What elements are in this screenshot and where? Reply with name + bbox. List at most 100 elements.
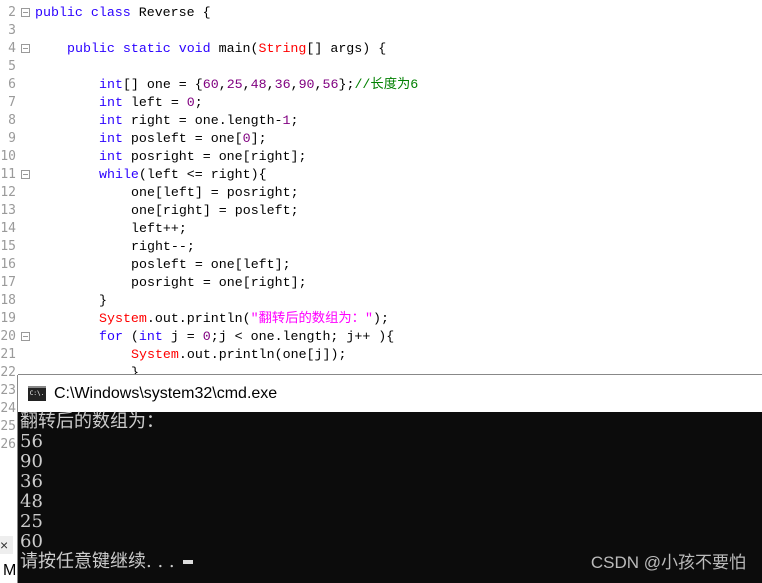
- code-token-plain: ,: [242, 77, 251, 92]
- code-text: one[right] = posleft;: [131, 202, 299, 220]
- code-line[interactable]: 14 left++;: [0, 220, 762, 238]
- code-text: int left = 0;: [99, 94, 203, 112]
- code-token-cmt: //长度为6: [354, 77, 419, 92]
- console-output[interactable]: 翻转后的数组为： 56 90 36 48 25 60 请按任意键继续. . . CSDN @…: [18, 412, 762, 583]
- line-number: 8: [8, 113, 16, 128]
- code-text: int[] one = {60,25,48,36,90,56};//长度为6: [99, 76, 418, 94]
- code-token-plain: ];: [250, 131, 267, 146]
- code-token-plain: j =: [170, 329, 203, 344]
- code-line[interactable]: 20 for (int j = 0;j < one.length; j++ ){: [0, 328, 762, 346]
- line-number: 6: [8, 77, 16, 92]
- code-token-plain: ;: [290, 113, 299, 128]
- text-cursor: [182, 560, 193, 564]
- code-token-kw: int: [99, 95, 131, 110]
- console-line: 48: [20, 491, 43, 512]
- code-line[interactable]: 10 int posright = one[right];: [0, 148, 762, 166]
- code-token-kw: int: [99, 113, 131, 128]
- code-token-plain: posright = one[right];: [131, 275, 307, 290]
- code-token-plain: }: [99, 293, 107, 308]
- code-token-num: 0: [242, 131, 251, 146]
- line-number: 14: [0, 221, 16, 236]
- line-number: 24: [0, 401, 16, 416]
- fold-toggle-icon[interactable]: [21, 170, 30, 179]
- code-token-plain: ;j < one.length; j++ ){: [210, 329, 395, 344]
- code-token-plain: one[right] = posleft;: [131, 203, 299, 218]
- code-token-plain: ,: [314, 77, 323, 92]
- code-line[interactable]: 6 int[] one = {60,25,48,36,90,56};//长度为6: [0, 76, 762, 94]
- cmd-title-bar[interactable]: C:\. C:\Windows\system32\cmd.exe: [18, 375, 762, 412]
- line-number: 3: [8, 23, 16, 38]
- console-line: 56: [20, 431, 43, 452]
- code-token-plain: };: [338, 77, 355, 92]
- watermark: CSDN @小孩不要怕: [590, 553, 746, 572]
- code-text: one[left] = posright;: [131, 184, 299, 202]
- code-text: int right = one.length-1;: [99, 112, 299, 130]
- line-number: 21: [0, 347, 16, 362]
- code-token-cls: System: [99, 311, 147, 326]
- code-line[interactable]: 12 one[left] = posright;: [0, 184, 762, 202]
- code-text: public static void main(String[] args) {: [67, 40, 386, 58]
- code-line[interactable]: 18}: [0, 292, 762, 310]
- cmd-icon: C:\.: [28, 386, 46, 401]
- line-number: 4: [8, 41, 16, 56]
- code-text: System.out.println("翻转后的数组为：");: [99, 310, 389, 328]
- code-line[interactable]: 16 posleft = one[left];: [0, 256, 762, 274]
- code-line[interactable]: 4 public static void main(String[] args) …: [0, 40, 762, 58]
- code-token-kw: int: [99, 149, 131, 164]
- code-token-plain: one[left] = posright;: [131, 185, 299, 200]
- code-token-plain: posright = one[right];: [130, 149, 307, 164]
- code-token-num: 36: [274, 77, 291, 92]
- console-line: 60: [20, 531, 43, 552]
- code-token-kw: while: [99, 167, 139, 182]
- line-number: 5: [8, 59, 16, 74]
- code-text: int posright = one[right];: [99, 148, 306, 166]
- line-number: 25: [0, 419, 16, 434]
- fold-toggle-icon[interactable]: [21, 44, 30, 53]
- line-number: 11: [0, 167, 16, 182]
- console-line: 36: [20, 471, 43, 492]
- console-prompt: 请按任意键继续. . .: [20, 552, 193, 572]
- code-line[interactable]: 8 int right = one.length-1;: [0, 112, 762, 130]
- code-token-plain: left =: [130, 95, 187, 110]
- code-token-kw: int: [99, 77, 123, 92]
- code-token-plain: main(: [218, 41, 259, 56]
- line-number: 17: [0, 275, 16, 290]
- fold-toggle-icon[interactable]: [21, 332, 30, 341]
- close-icon[interactable]: ×: [0, 536, 13, 554]
- code-line[interactable]: 15 right--;: [0, 238, 762, 256]
- code-token-plain: posleft = one[: [130, 131, 243, 146]
- code-token-plain: .out.println(: [146, 311, 251, 326]
- code-line[interactable]: 3: [0, 22, 762, 40]
- code-line[interactable]: 11 while(left <= right){: [0, 166, 762, 184]
- side-tab-label[interactable]: M: [3, 562, 16, 580]
- code-line[interactable]: 5: [0, 58, 762, 76]
- code-token-plain: left++;: [131, 221, 187, 236]
- code-line[interactable]: 13 one[right] = posleft;: [0, 202, 762, 220]
- line-number: 22: [0, 365, 16, 380]
- line-number: 16: [0, 257, 16, 272]
- code-line[interactable]: 19 System.out.println("翻转后的数组为：");: [0, 310, 762, 328]
- code-line[interactable]: 17 posright = one[right];: [0, 274, 762, 292]
- code-line[interactable]: 7 int left = 0;: [0, 94, 762, 112]
- code-token-plain: right = one.length-: [130, 113, 283, 128]
- code-token-plain: (left <= right){: [138, 167, 267, 182]
- code-token-kw: public static void: [67, 41, 219, 56]
- code-token-plain: );: [372, 311, 389, 326]
- line-number: 23: [0, 383, 16, 398]
- code-token-plain: ,: [266, 77, 275, 92]
- code-text: left++;: [131, 220, 187, 238]
- code-token-num: 48: [250, 77, 267, 92]
- code-token-plain: ,: [218, 77, 227, 92]
- code-line[interactable]: 9 int posleft = one[0];: [0, 130, 762, 148]
- code-token-plain: [] one = {: [122, 77, 203, 92]
- code-token-num: 56: [322, 77, 339, 92]
- console-line: 翻转后的数组为：: [20, 411, 164, 432]
- code-line[interactable]: 21 System.out.println(one[j]);: [0, 346, 762, 364]
- console-line: 25: [20, 511, 43, 532]
- line-number: 15: [0, 239, 16, 254]
- code-line[interactable]: 2 public class Reverse {: [0, 4, 762, 22]
- fold-toggle-icon[interactable]: [21, 8, 30, 17]
- code-text: System.out.println(one[j]);: [131, 346, 346, 364]
- code-token-plain: (: [130, 329, 139, 344]
- cmd-window[interactable]: C:\. C:\Windows\system32\cmd.exe 翻转后的数组为…: [18, 375, 762, 583]
